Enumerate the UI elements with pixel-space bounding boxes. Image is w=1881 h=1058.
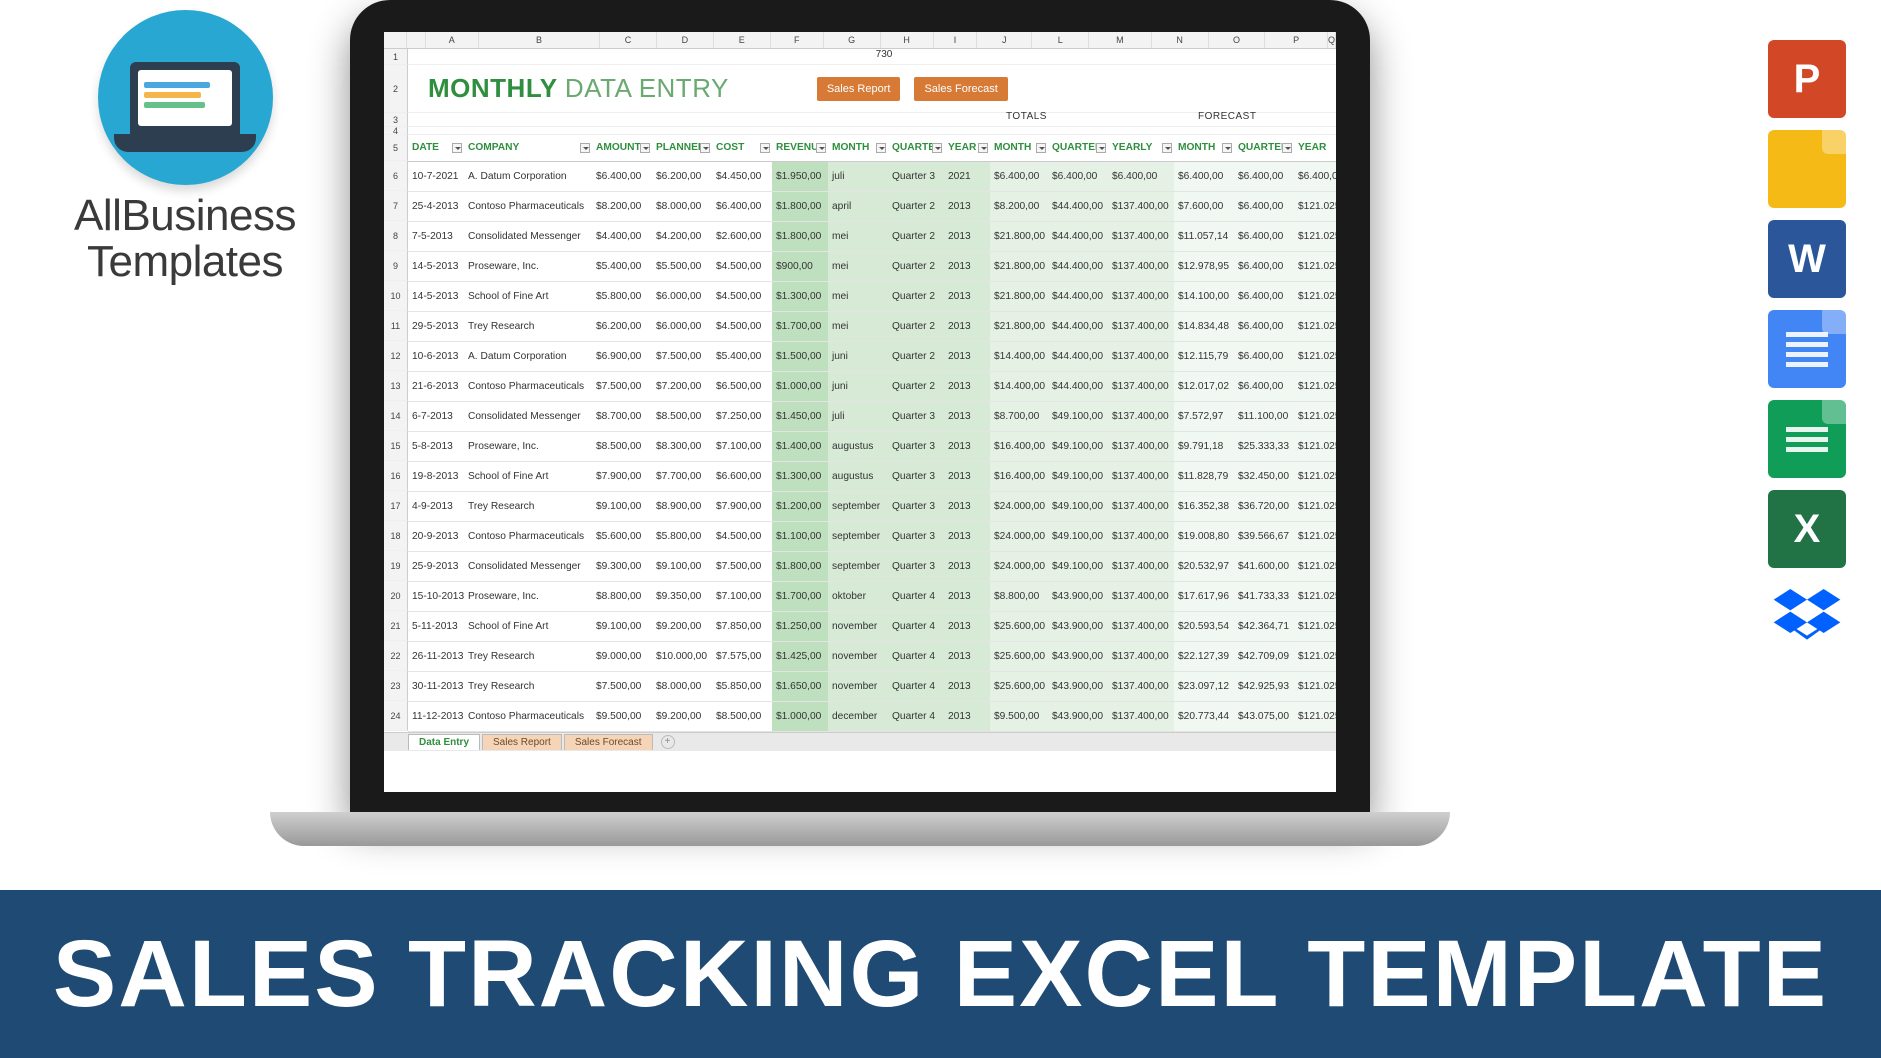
table-row[interactable]: 29-5-2013Trey Research$6.200,00$6.000,00… — [408, 311, 1336, 341]
add-sheet-button[interactable]: + — [661, 735, 675, 749]
brand-logo: AllBusiness Templates — [55, 10, 315, 285]
filter-dropdown-icon[interactable] — [1162, 143, 1172, 153]
filter-dropdown-icon[interactable] — [876, 143, 886, 153]
sheet-title: MONTHLY DATA ENTRY — [428, 73, 729, 104]
column-header[interactable]: DATE — [408, 135, 464, 161]
formula-bar-value: 730 — [408, 49, 1336, 65]
excel-icon: X — [1768, 490, 1846, 568]
tab-sales-forecast[interactable]: Sales Forecast — [564, 734, 653, 750]
table-row[interactable]: 25-9-2013Consolidated Messenger$9.300,00… — [408, 551, 1336, 581]
bottom-banner: SALES TRACKING EXCEL TEMPLATE — [0, 890, 1881, 1058]
table-row[interactable]: 10-7-2021A. Datum Corporation$6.400,00$6… — [408, 161, 1336, 191]
column-header[interactable]: AMOUNT — [592, 135, 652, 161]
column-header[interactable]: COST — [712, 135, 772, 161]
table-row[interactable]: 5-8-2013Proseware, Inc.$8.500,00$8.300,0… — [408, 431, 1336, 461]
column-header[interactable]: QUARTER — [1048, 135, 1108, 161]
filter-dropdown-icon[interactable] — [640, 143, 650, 153]
table-row[interactable]: 14-5-2013School of Fine Art$5.800,00$6.0… — [408, 281, 1336, 311]
laptop-mockup: A B C D E F G H I J L M N O P Q 12345678… — [350, 0, 1370, 846]
column-header[interactable]: YEAR — [1294, 135, 1336, 161]
column-header[interactable]: PLANNED — [652, 135, 712, 161]
column-header[interactable]: QUARTER — [1234, 135, 1294, 161]
forecast-group-header: FORECAST — [1198, 111, 1256, 122]
table-row[interactable]: 14-5-2013Proseware, Inc.$5.400,00$5.500,… — [408, 251, 1336, 281]
filter-dropdown-icon[interactable] — [978, 143, 988, 153]
table-row[interactable]: 20-9-2013Contoso Pharmaceuticals$5.600,0… — [408, 521, 1336, 551]
table-row[interactable]: 30-11-2013Trey Research$7.500,00$8.000,0… — [408, 671, 1336, 701]
tab-data-entry[interactable]: Data Entry — [408, 734, 480, 750]
powerpoint-icon: P — [1768, 40, 1846, 118]
column-header[interactable]: REVENUE — [772, 135, 828, 161]
table-row[interactable]: 6-7-2013Consolidated Messenger$8.700,00$… — [408, 401, 1336, 431]
column-header[interactable]: MONTH — [1174, 135, 1234, 161]
table-row[interactable]: 10-6-2013A. Datum Corporation$6.900,00$7… — [408, 341, 1336, 371]
column-header[interactable]: YEARLY — [1108, 135, 1174, 161]
row-numbers: 123456789101112131415161718192021222324 — [384, 49, 408, 732]
filter-dropdown-icon[interactable] — [1036, 143, 1046, 153]
table-row[interactable]: 4-9-2013Trey Research$9.100,00$8.900,00$… — [408, 491, 1336, 521]
filter-dropdown-icon[interactable] — [580, 143, 590, 153]
table-row[interactable]: 15-10-2013Proseware, Inc.$8.800,00$9.350… — [408, 581, 1336, 611]
spreadsheet-screen: A B C D E F G H I J L M N O P Q 12345678… — [384, 32, 1336, 792]
google-sheets-icon — [1768, 400, 1846, 478]
table-row[interactable]: 25-4-2013Contoso Pharmaceuticals$8.200,0… — [408, 191, 1336, 221]
table-row[interactable]: 26-11-2013Trey Research$9.000,00$10.000,… — [408, 641, 1336, 671]
table-row[interactable]: 21-6-2013Contoso Pharmaceuticals$7.500,0… — [408, 371, 1336, 401]
filter-dropdown-icon[interactable] — [1096, 143, 1106, 153]
filter-dropdown-icon[interactable] — [816, 143, 826, 153]
sales-forecast-button[interactable]: Sales Forecast — [914, 77, 1007, 101]
filter-dropdown-icon[interactable] — [932, 143, 942, 153]
column-header[interactable]: COMPANY — [464, 135, 592, 161]
column-letters: A B C D E F G H I J L M N O P Q — [384, 32, 1336, 49]
word-icon: W — [1768, 220, 1846, 298]
table-row[interactable]: 7-5-2013Consolidated Messenger$4.400,00$… — [408, 221, 1336, 251]
column-header[interactable]: YEAR — [944, 135, 990, 161]
tab-sales-report[interactable]: Sales Report — [482, 734, 562, 750]
table-row[interactable]: 11-12-2013Contoso Pharmaceuticals$9.500,… — [408, 701, 1336, 731]
filter-dropdown-icon[interactable] — [1282, 143, 1292, 153]
google-docs-icon — [1768, 310, 1846, 388]
sales-report-button[interactable]: Sales Report — [817, 77, 901, 101]
filter-dropdown-icon[interactable] — [700, 143, 710, 153]
data-table: DATECOMPANYAMOUNTPLANNEDCOSTREVENUEMONTH… — [408, 135, 1336, 732]
file-type-icons: P W X — [1768, 40, 1846, 658]
totals-group-header: TOTALS — [1006, 111, 1047, 122]
dropbox-icon — [1768, 580, 1846, 658]
column-header[interactable]: MONTH — [828, 135, 888, 161]
filter-dropdown-icon[interactable] — [760, 143, 770, 153]
table-row[interactable]: 5-11-2013School of Fine Art$9.100,00$9.2… — [408, 611, 1336, 641]
column-header[interactable]: QUARTER — [888, 135, 944, 161]
filter-dropdown-icon[interactable] — [1222, 143, 1232, 153]
column-header[interactable]: MONTH — [990, 135, 1048, 161]
google-slides-icon — [1768, 130, 1846, 208]
brand-logo-icon — [98, 10, 273, 185]
table-row[interactable]: 19-8-2013School of Fine Art$7.900,00$7.7… — [408, 461, 1336, 491]
brand-text: AllBusiness Templates — [55, 193, 315, 285]
sheet-tabs: Data Entry Sales Report Sales Forecast + — [384, 732, 1336, 751]
filter-dropdown-icon[interactable] — [452, 143, 462, 153]
